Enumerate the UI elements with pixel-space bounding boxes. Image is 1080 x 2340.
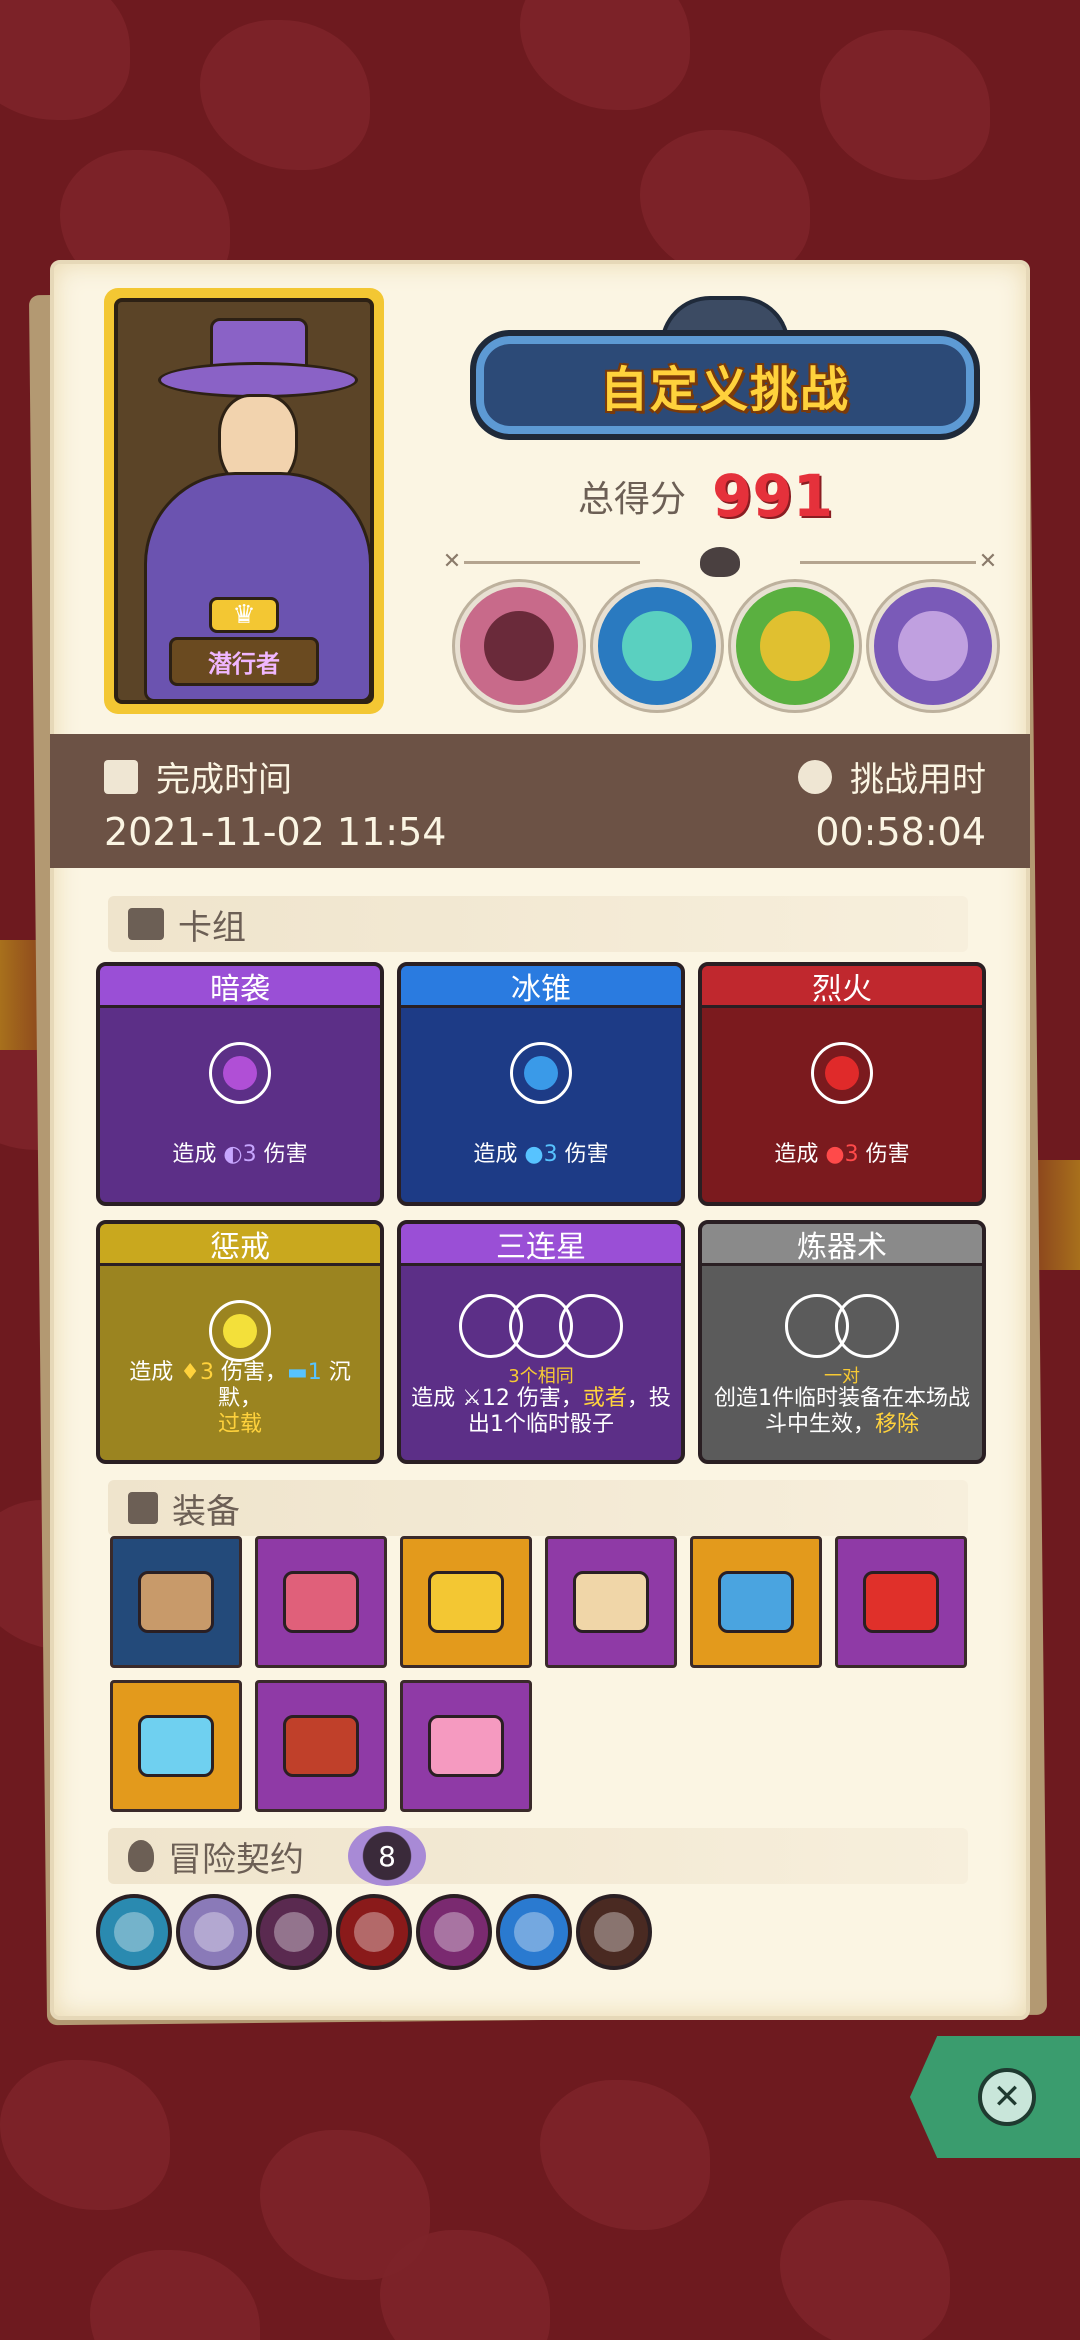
card-description: 造成 ●3 伤害: [774, 1142, 910, 1167]
defeated-bosses: [455, 582, 997, 710]
card-punish[interactable]: 惩戒 造成 ♦3 伤害，▬1 沉默， 过载: [96, 1220, 384, 1464]
cherry-dice-icon: [811, 1042, 873, 1104]
person-icon: [128, 1840, 154, 1872]
spiked-bracer-icon: [283, 1715, 359, 1777]
stopwatch-icon: [798, 759, 832, 794]
deck-cards: 暗袭 造成 ◐3 伤害 冰锥 造成 ●3 伤害 烈火 造成 ●3 伤害 惩戒 造…: [96, 962, 986, 1464]
equipment-section-label: 装备: [172, 1491, 240, 1532]
stone-golem-boss-icon: [455, 582, 583, 710]
card-triple-star[interactable]: 三连星 3个相同 造成 ⚔12 伤害，或者，投出1个临时骰子: [397, 1220, 685, 1464]
film-calendar-icon: [104, 759, 138, 794]
vortex-contract-icon[interactable]: [496, 1894, 572, 1970]
horn-icon: [138, 1571, 214, 1633]
spiked-dice-icon: [573, 1571, 649, 1633]
ice-king-boss-icon: [593, 582, 721, 710]
equipment-slot[interactable]: [255, 1680, 387, 1812]
crown-icon: [428, 1571, 504, 1633]
character-portrait: ♛ 潜行者: [104, 288, 384, 714]
potion-bottle-icon: [718, 1571, 794, 1633]
pipe-contract-icon[interactable]: [576, 1894, 652, 1970]
dice-requirement: 一对: [824, 1366, 860, 1387]
cube-icon: [128, 1492, 158, 1524]
lightning-contract-icon[interactable]: [96, 1894, 172, 1970]
card-name: 三连星: [401, 1224, 681, 1266]
close-icon: ✕: [978, 2068, 1036, 2126]
equipment-slot[interactable]: [400, 1680, 532, 1812]
dice-requirement: 3个相同: [508, 1366, 574, 1387]
card-blaze[interactable]: 烈火 造成 ●3 伤害: [698, 962, 986, 1206]
contracts-list: [96, 1894, 652, 1970]
equipment-slot[interactable]: [255, 1536, 387, 1668]
heart-amulet-icon: [428, 1715, 504, 1777]
goblin-king-boss-icon: [731, 582, 859, 710]
bull-skull-icon: [700, 547, 740, 577]
duration-label: 挑战用时: [850, 760, 986, 800]
two-dice-slots-icon: [785, 1294, 899, 1358]
duration-value: 00:58:04: [815, 810, 986, 854]
card-description: 造成 ●3 伤害: [473, 1142, 609, 1167]
ice-dice-icon: [510, 1042, 572, 1104]
title-banner: 自定义挑战: [470, 296, 980, 450]
score-row: 总得分 991: [578, 462, 833, 530]
three-dice-slots-icon: [459, 1294, 623, 1358]
purple-dragon-boss-icon: [869, 582, 997, 710]
card-description: 创造1件临时装备在本场战斗中生效，移除: [714, 1386, 970, 1437]
card-name: 暗袭: [100, 966, 380, 1008]
swords-contract-icon[interactable]: [176, 1894, 252, 1970]
character-name: 潜行者: [169, 637, 319, 686]
equipment-slot[interactable]: [110, 1680, 242, 1812]
grape-dice-icon: [209, 1042, 271, 1104]
cards-icon: [128, 908, 164, 940]
score-label: 总得分: [578, 479, 687, 520]
equipment-grid: [110, 1536, 990, 1812]
score-value: 991: [712, 462, 834, 530]
flaming-dagger-icon: [863, 1571, 939, 1633]
crossed-swords-icon: ✕: [978, 549, 998, 574]
card-ice-spike[interactable]: 冰锥 造成 ●3 伤害: [397, 962, 685, 1206]
equipment-slot[interactable]: [400, 1536, 532, 1668]
contract-count-badge: 8: [348, 1826, 426, 1886]
equipment-slot[interactable]: [545, 1536, 677, 1668]
card-description: 造成 ♦3 伤害，▬1 沉默， 过载: [129, 1360, 351, 1437]
page-title: 自定义挑战: [599, 362, 850, 418]
card-name: 炼器术: [702, 1224, 982, 1266]
contracts-section-label: 冒险契约: [168, 1839, 304, 1880]
dripping-slime-icon: [283, 1571, 359, 1633]
close-button[interactable]: ✕: [910, 2036, 1080, 2158]
card-name: 惩戒: [100, 1224, 380, 1266]
poison-flask-contract-icon[interactable]: [416, 1894, 492, 1970]
equipment-slot[interactable]: [690, 1536, 822, 1668]
card-dark-strike[interactable]: 暗袭 造成 ◐3 伤害: [96, 962, 384, 1206]
time-band: 完成时间 2021-11-02 11:54 挑战用时 00:58:04: [50, 734, 1030, 868]
crossed-swords-icon: ✕: [442, 549, 462, 574]
card-description: 造成 ⚔12 伤害，或者，投出1个临时骰子: [411, 1386, 671, 1437]
ice-shield-icon: [138, 1715, 214, 1777]
equipment-section-header: 装备: [108, 1480, 968, 1536]
lemon-dice-icon: [209, 1300, 271, 1362]
deck-section-label: 卡组: [178, 907, 246, 948]
finish-time-value: 2021-11-02 11:54: [104, 810, 447, 854]
card-forging[interactable]: 炼器术 一对 创造1件临时装备在本场战斗中生效，移除: [698, 1220, 986, 1464]
card-name: 烈火: [702, 966, 982, 1008]
card-name: 冰锥: [401, 966, 681, 1008]
finish-time-label: 完成时间: [156, 760, 292, 800]
fire-burst-contract-icon[interactable]: [256, 1894, 332, 1970]
crown-icon: ♛: [209, 597, 279, 633]
deck-section-header: 卡组: [108, 896, 968, 952]
equipment-slot[interactable]: [835, 1536, 967, 1668]
equipment-slot[interactable]: [110, 1536, 242, 1668]
contracts-section-header: 冒险契约 8: [108, 1826, 968, 1886]
divider: ✕ ✕: [440, 547, 1000, 577]
card-description: 造成 ◐3 伤害: [172, 1142, 308, 1167]
red-rune-contract-icon[interactable]: [336, 1894, 412, 1970]
